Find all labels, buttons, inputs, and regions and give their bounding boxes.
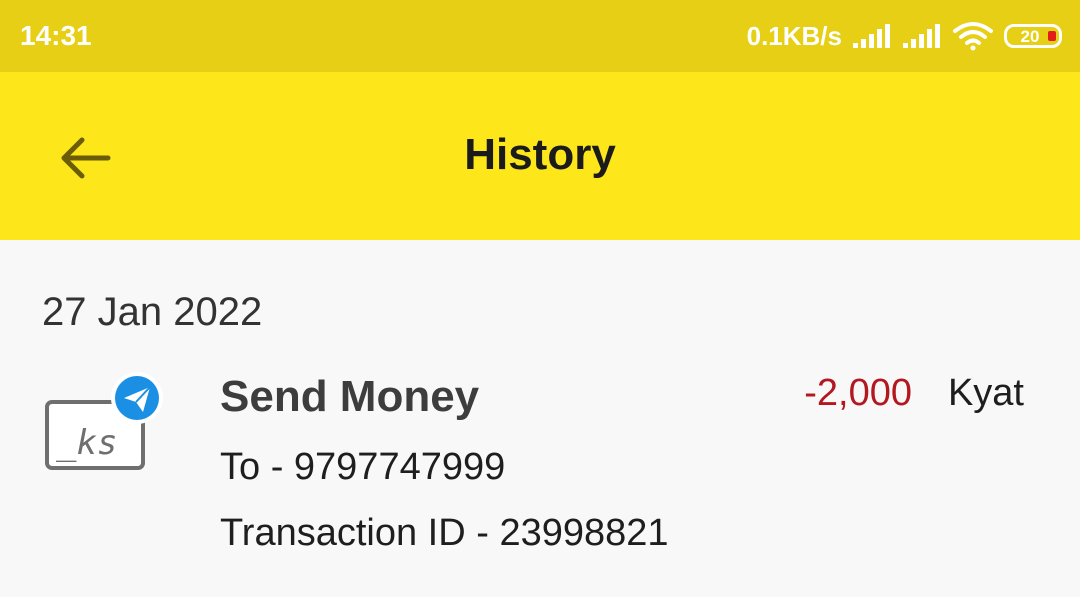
- send-money-icon: _ks: [44, 368, 170, 480]
- signal-strength-icon-2: [902, 23, 942, 49]
- status-icons: 0.1KB/s 20: [747, 18, 1062, 54]
- transaction-type: Send Money: [220, 372, 480, 421]
- transaction-currency: Kyat: [947, 372, 1024, 414]
- status-time: 14:31: [20, 20, 92, 51]
- transaction-recipient: To - 9797747999: [220, 446, 506, 488]
- battery-icon: 20: [1004, 24, 1062, 48]
- network-speed: 0.1KB/s: [746, 20, 842, 51]
- ks-wallet-label: _ks: [56, 423, 117, 463]
- battery-level: 20: [1020, 26, 1040, 46]
- date-header: 27 Jan 2022: [42, 290, 263, 334]
- transaction-id: Transaction ID - 23998821: [220, 512, 669, 554]
- transaction-row[interactable]: _ks Send Money To - 9797747999 Transacti…: [0, 360, 1080, 580]
- transaction-amount: -2,000: [804, 372, 912, 414]
- app-bar: History: [0, 72, 1080, 240]
- page-title: History: [464, 130, 616, 179]
- signal-strength-icon: [852, 23, 892, 49]
- battery-low-indicator: [1048, 31, 1056, 41]
- wifi-icon: [952, 21, 994, 51]
- status-bar: 14:31 0.1KB/s 20: [0, 0, 1080, 72]
